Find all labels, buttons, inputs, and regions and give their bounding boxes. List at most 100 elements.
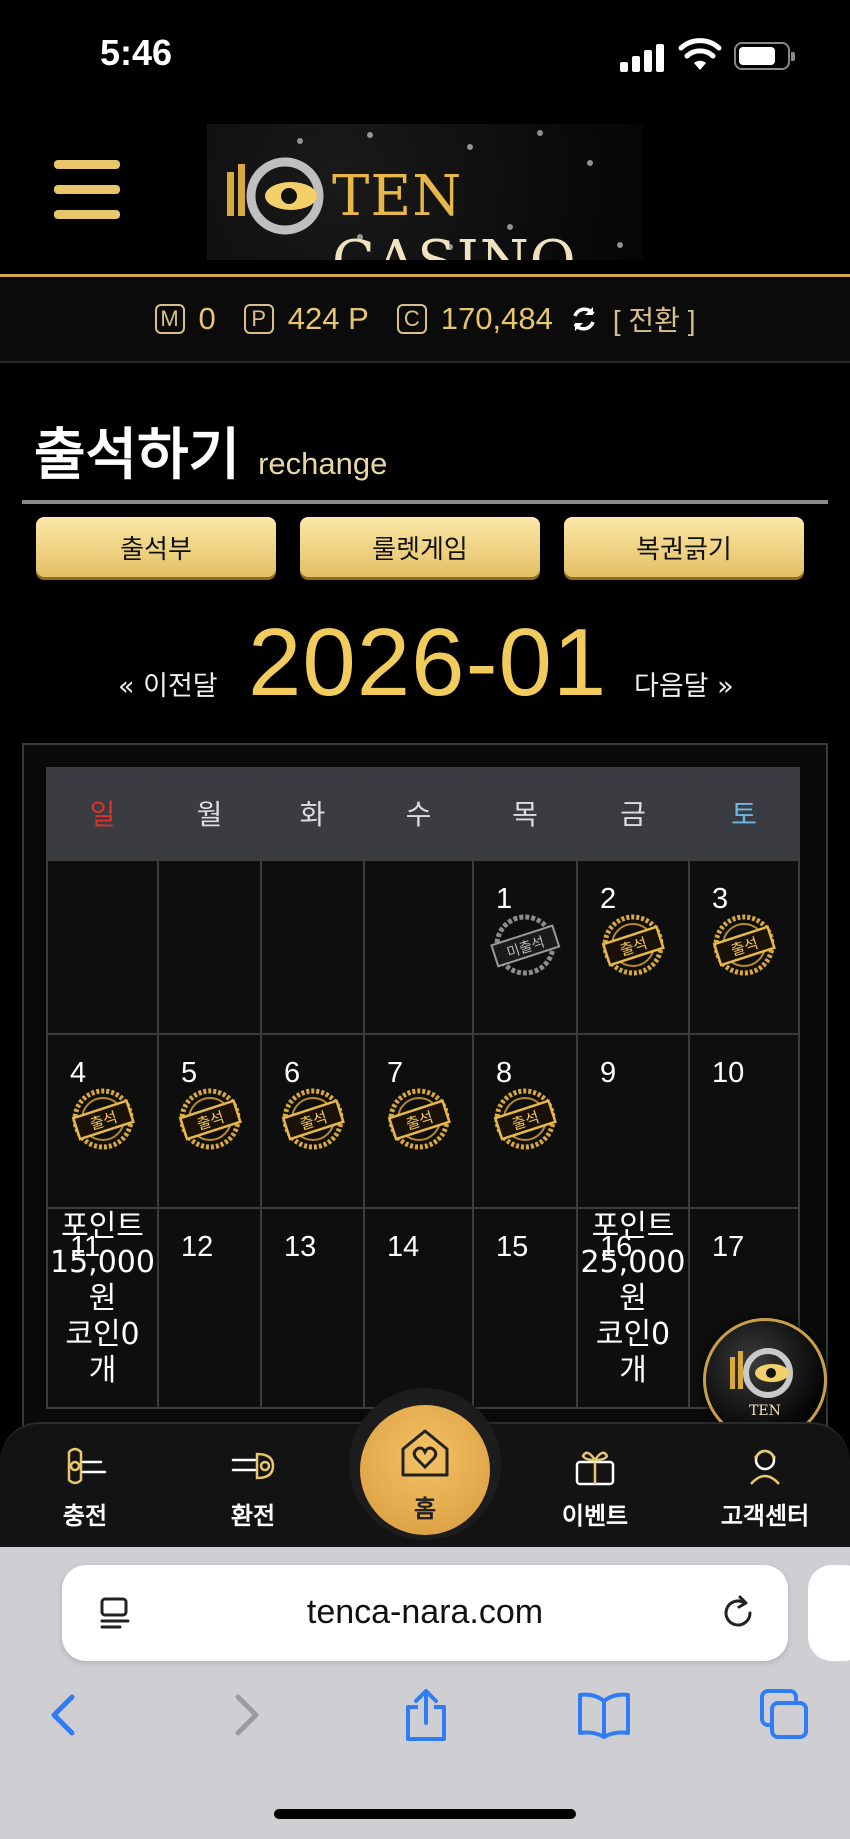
calendar-day-16[interactable]: 16 포인트 25,000 원 코인0 개 (576, 1207, 690, 1409)
calendar-day-12[interactable]: 12 (157, 1207, 262, 1409)
site-header: TEN CASINO (0, 110, 850, 275)
money-value: 0 (198, 301, 216, 336)
day-number: 14 (387, 1231, 420, 1263)
logo-text: TEN CASINO (332, 164, 576, 260)
tabs-icon[interactable] (756, 1687, 812, 1743)
calendar-day-4[interactable]: 4 출석 (46, 1033, 159, 1209)
back-icon[interactable] (36, 1687, 92, 1743)
weekday-sun: 일 (46, 767, 159, 859)
tab-roulette[interactable]: 룰렛게임 (300, 517, 540, 577)
attended-stamp-icon: 출석 (601, 914, 665, 976)
exchange-icon (231, 1452, 275, 1480)
day-number: 17 (712, 1231, 745, 1263)
weekday-tue: 화 (260, 767, 365, 859)
current-month: 2026-01 (248, 609, 608, 716)
weekday-mon: 월 (157, 767, 262, 859)
tab-lottery[interactable]: 복권긁기 (564, 517, 804, 577)
calendar-day-11[interactable]: 11 포인트 15,000 원 코인0 개 (46, 1207, 159, 1409)
weekday-wed: 수 (363, 767, 474, 859)
svg-text:TEN: TEN (749, 1403, 781, 1419)
home-indicator (274, 1809, 576, 1819)
coin-tag: C (396, 304, 427, 334)
reward-info: 포인트 15,000 원 코인0 개 (50, 1209, 155, 1388)
point-value: 424 P (287, 301, 369, 336)
refresh-icon[interactable] (569, 304, 599, 334)
menu-icon[interactable] (54, 160, 120, 220)
calendar-day-empty (260, 859, 365, 1035)
calendar-day-15[interactable]: 15 (472, 1207, 578, 1409)
reload-icon[interactable] (718, 1593, 758, 1633)
calendar-day-8[interactable]: 8 출석 (472, 1033, 578, 1209)
logo-emblem-icon (227, 157, 324, 235)
balance-bar: M 0 P 424 P C 170,484 [ 전환 ] (0, 277, 850, 363)
site-logo[interactable]: TEN CASINO (207, 124, 643, 260)
attended-stamp-icon: 출석 (178, 1088, 242, 1150)
attended-stamp-icon: 출석 (281, 1088, 345, 1150)
missed-stamp-icon: 미출석 (490, 914, 561, 976)
share-icon[interactable] (398, 1687, 454, 1743)
page-subtitle: rechange (258, 446, 388, 481)
status-bar: 5:46 (0, 0, 850, 110)
charge-icon (67, 1447, 107, 1485)
nav-charge[interactable]: 충전 (10, 1424, 160, 1549)
nav-charge-label: 충전 (62, 1502, 108, 1530)
title-divider (22, 500, 828, 504)
attended-stamp-icon: 출석 (71, 1088, 135, 1150)
calendar-day-empty (363, 859, 474, 1035)
address-bar[interactable]: tenca-nara.com (62, 1565, 788, 1661)
calendar-day-5[interactable]: 5 출석 (157, 1033, 262, 1209)
page-title: 출석하기 rechange (34, 410, 387, 491)
wifi-icon (678, 38, 722, 70)
calendar-day-3[interactable]: 3 출석 (688, 859, 800, 1035)
calendar-day-9[interactable]: 9 (576, 1033, 690, 1209)
attended-stamp-icon: 출석 (493, 1088, 557, 1150)
url-text: tenca-nara.com (306, 1593, 544, 1631)
day-number: 13 (284, 1231, 317, 1263)
next-tab-preview[interactable] (808, 1565, 850, 1661)
weekday-fri: 금 (576, 767, 690, 859)
reward-info: 포인트 25,000 원 코인0 개 (580, 1209, 686, 1388)
point-tag: P (243, 304, 274, 334)
weekday-thu: 목 (472, 767, 578, 859)
calendar-day-empty (46, 859, 159, 1035)
switch-button[interactable]: [ 전환 ] (613, 299, 696, 339)
coin-value: 170,484 (440, 301, 553, 336)
status-time: 5:46 (100, 32, 173, 73)
calendar-day-10[interactable]: 10 (688, 1033, 800, 1209)
cellular-signal-icon (620, 42, 666, 72)
day-number: 9 (600, 1057, 617, 1089)
prev-month-link[interactable]: « 이전달 (118, 664, 218, 703)
forward-icon[interactable] (218, 1687, 274, 1743)
money-tag: M (154, 304, 185, 334)
next-month-link[interactable]: 다음달 » (634, 664, 734, 703)
calendar-day-7[interactable]: 7 출석 (363, 1033, 474, 1209)
battery-icon (734, 42, 795, 70)
home-heart-icon (401, 1429, 449, 1477)
browser-toolbar: tenca-nara.com (0, 1547, 850, 1839)
nav-home-label: 홈 (413, 1495, 437, 1523)
support-icon (750, 1449, 780, 1485)
tab-attendance[interactable]: 출석부 (36, 517, 276, 577)
nav-exchange[interactable]: 환전 (178, 1424, 328, 1549)
calendar-day-13[interactable]: 13 (260, 1207, 365, 1409)
attended-stamp-icon: 출석 (387, 1088, 451, 1150)
bookmarks-icon[interactable] (576, 1687, 632, 1743)
calendar-day-14[interactable]: 14 (363, 1207, 474, 1409)
gift-icon (575, 1451, 615, 1486)
nav-support-label: 고객센터 (720, 1502, 810, 1530)
nav-support[interactable]: 고객센터 (690, 1424, 840, 1549)
page-title-text: 출석하기 (34, 423, 241, 488)
day-number: 10 (712, 1057, 745, 1089)
nav-event-label: 이벤트 (561, 1502, 629, 1530)
nav-exchange-label: 환전 (230, 1502, 276, 1530)
nav-home[interactable]: 홈 (360, 1405, 490, 1535)
calendar-day-6[interactable]: 6 출석 (260, 1033, 365, 1209)
calendar-day-1[interactable]: 1 미출석 (472, 859, 578, 1035)
nav-event[interactable]: 이벤트 (520, 1424, 670, 1549)
calendar-day-2[interactable]: 2 출석 (576, 859, 690, 1035)
weekday-sat: 토 (688, 767, 800, 859)
day-number: 12 (181, 1231, 214, 1263)
calendar-day-empty (157, 859, 262, 1035)
day-number: 15 (496, 1231, 529, 1263)
attended-stamp-icon: 출석 (712, 914, 776, 976)
